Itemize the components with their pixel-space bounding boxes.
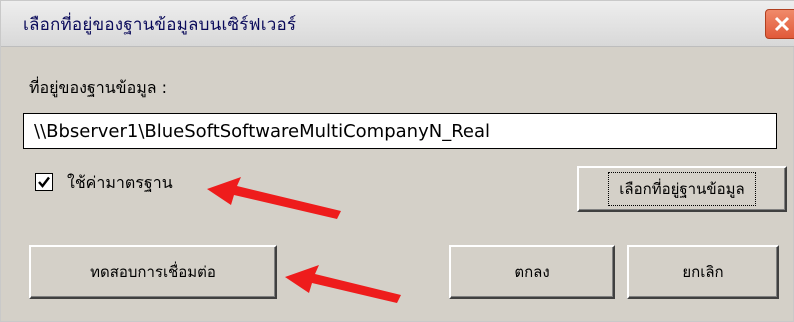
annotation-arrow-test-connection (285, 265, 401, 303)
test-connection-button[interactable]: ทดสอบการเชื่อมต่อ (29, 245, 277, 299)
database-path-label: ที่อยู่ของฐานข้อมูล : (29, 78, 168, 97)
ok-button[interactable]: ตกลง (449, 245, 615, 299)
test-connection-label: ทดสอบการเชื่อมต่อ (90, 263, 216, 281)
cancel-button[interactable]: ยกเลิก (627, 245, 779, 299)
ok-label: ตกลง (514, 263, 550, 281)
browse-database-button[interactable]: เลือกที่อยู่ฐานข้อมูล (577, 166, 787, 212)
browse-database-label: เลือกที่อยู่ฐานข้อมูล (608, 172, 756, 206)
window-title: เลือกที่อยู่ของฐานข้อมูลบนเซิร์ฟเวอร์ (23, 15, 297, 35)
close-button[interactable] (765, 9, 794, 39)
database-path-input[interactable] (23, 113, 777, 149)
title-bar[interactable]: เลือกที่อยู่ของฐานข้อมูลบนเซิร์ฟเวอร์ (1, 1, 794, 47)
annotation-arrow-checkbox (207, 177, 341, 219)
use-default-label[interactable]: ใช้ค่ามาตรฐาน (67, 171, 173, 196)
use-default-checkbox[interactable] (35, 173, 53, 191)
cancel-label: ยกเลิก (682, 263, 724, 281)
dialog-window: เลือกที่อยู่ของฐานข้อมูลบนเซิร์ฟเวอร์ ที… (0, 0, 794, 322)
